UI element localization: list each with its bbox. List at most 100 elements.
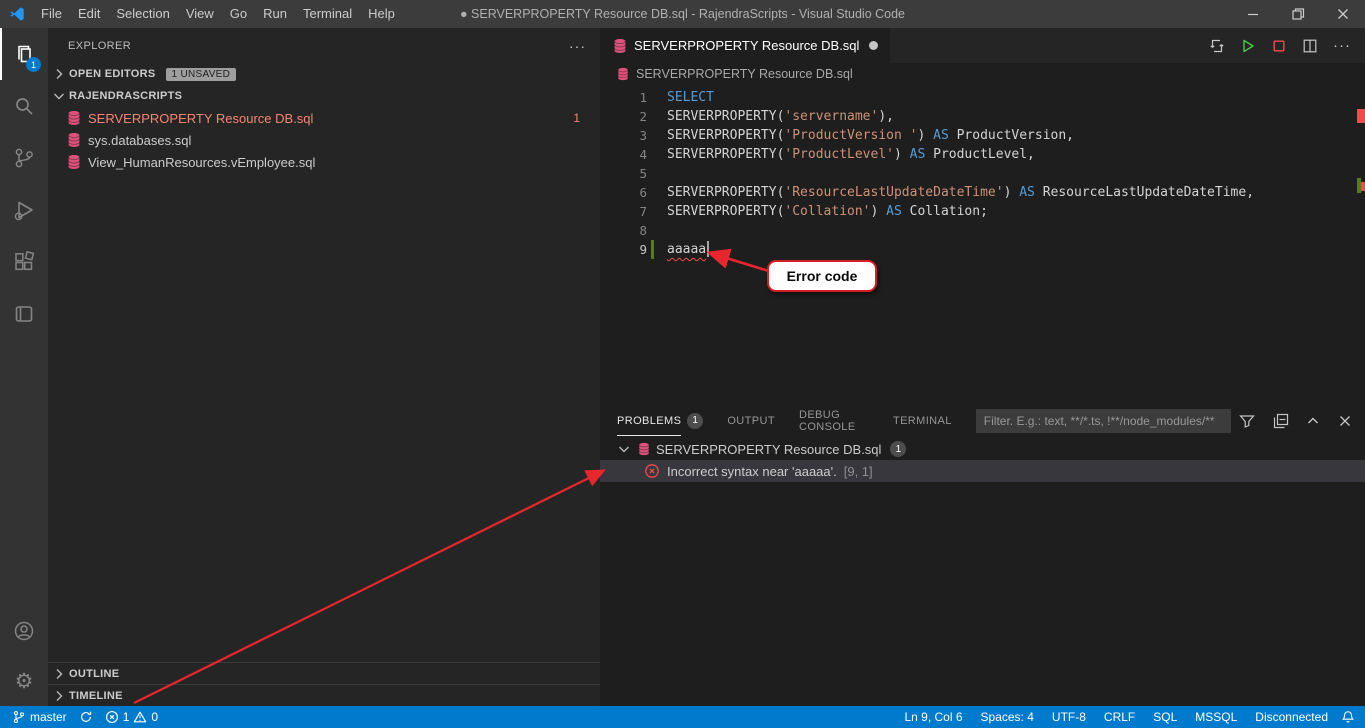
code-line[interactable]: 2SERVERPROPERTY('servername'),: [600, 107, 1365, 126]
code-text: SERVERPROPERTY('ResourceLastUpdateDateTi…: [654, 183, 1254, 202]
file-item[interactable]: View_HumanResources.vEmployee.sql: [48, 151, 600, 173]
panel-tab-output[interactable]: OUTPUT: [727, 403, 775, 438]
menu-item-selection[interactable]: Selection: [108, 0, 177, 28]
sync-icon[interactable]: [73, 706, 99, 728]
cancel-query-icon[interactable]: [1271, 38, 1287, 54]
error-callout: Error code: [767, 260, 877, 292]
extensions-icon[interactable]: [0, 236, 48, 288]
git-branch-icon: [12, 710, 26, 724]
code-token: ): [894, 147, 910, 162]
maximize-panel-icon[interactable]: [1305, 413, 1321, 429]
branch-indicator[interactable]: master: [6, 706, 73, 728]
sql-file-icon: [66, 110, 82, 126]
breadcrumb-item[interactable]: SERVERPROPERTY Resource DB.sql: [636, 67, 853, 81]
line-number: 9: [600, 240, 647, 259]
sql-file-icon: [616, 67, 630, 81]
accounts-icon[interactable]: [0, 606, 48, 656]
unsaved-dot-icon[interactable]: [869, 41, 878, 50]
error-count: 1: [123, 710, 130, 724]
source-control-icon[interactable]: [0, 132, 48, 184]
filter-icon[interactable]: [1239, 413, 1255, 429]
open-changes-icon[interactable]: [1209, 38, 1225, 54]
mssql-extension-icon[interactable]: [0, 288, 48, 340]
code-line[interactable]: 7SERVERPROPERTY('Collation') AS Collatio…: [600, 202, 1365, 221]
problems-indicator[interactable]: 1 0: [99, 706, 164, 728]
open-editors-section[interactable]: OPEN EDITORS 1 UNSAVED: [48, 63, 600, 85]
status-item-ln-9-col-6[interactable]: Ln 9, Col 6: [895, 706, 971, 728]
close-icon[interactable]: [1320, 0, 1365, 28]
search-icon[interactable]: [0, 80, 48, 132]
tab-label: SERVERPROPERTY Resource DB.sql: [634, 38, 859, 53]
code-token: 'ProductVersion ': [784, 128, 917, 143]
code-token: AS: [886, 204, 902, 219]
problems-filter-box[interactable]: [976, 409, 1231, 433]
vscode-window: FileEditSelectionViewGoRunTerminalHelp ●…: [0, 0, 1365, 728]
status-bar: master 1 0 Ln 9, Col 6Spaces: 4UTF-8CRLF…: [0, 706, 1365, 728]
restore-icon[interactable]: [1275, 0, 1320, 28]
collapse-all-icon[interactable]: [1273, 413, 1289, 429]
code-token: SERVERPROPERTY(: [667, 204, 784, 219]
menu-item-go[interactable]: Go: [222, 0, 255, 28]
panel-actions: [1261, 413, 1365, 429]
status-item-crlf[interactable]: CRLF: [1095, 706, 1144, 728]
code-token: ProductVersion,: [949, 128, 1074, 143]
code-line[interactable]: 3SERVERPROPERTY('ProductVersion ') AS Pr…: [600, 126, 1365, 145]
sql-file-icon: [66, 154, 82, 170]
menu-item-help[interactable]: Help: [360, 0, 403, 28]
menu-bar: FileEditSelectionViewGoRunTerminalHelp: [33, 0, 403, 28]
warning-triangle-icon: [133, 710, 147, 724]
outline-section[interactable]: OUTLINE: [48, 662, 600, 684]
close-panel-icon[interactable]: [1337, 413, 1353, 429]
problem-row[interactable]: Incorrect syntax near 'aaaaa'. [9, 1]: [600, 460, 1365, 482]
chevron-down-icon: [616, 441, 632, 457]
run-query-icon[interactable]: [1240, 38, 1256, 54]
code-line[interactable]: 6SERVERPROPERTY('ResourceLastUpdateDateT…: [600, 183, 1365, 202]
code-line[interactable]: 9aaaaa: [600, 240, 1365, 259]
code-token: 'servername': [784, 109, 878, 124]
code-token: AS: [910, 147, 926, 162]
status-item-disconnected[interactable]: Disconnected: [1246, 706, 1337, 728]
minimize-icon[interactable]: [1230, 0, 1275, 28]
status-item-spaces-4[interactable]: Spaces: 4: [972, 706, 1043, 728]
problems-list: SERVERPROPERTY Resource DB.sql 1 Incorre…: [600, 438, 1365, 706]
problems-file-row[interactable]: SERVERPROPERTY Resource DB.sql 1: [600, 438, 1365, 460]
status-item-sql[interactable]: SQL: [1144, 706, 1186, 728]
run-debug-icon[interactable]: [0, 184, 48, 236]
menu-item-edit[interactable]: Edit: [70, 0, 108, 28]
unsaved-badge: 1 UNSAVED: [166, 68, 237, 81]
code-line[interactable]: 8: [600, 221, 1365, 240]
split-editor-icon[interactable]: [1302, 38, 1318, 54]
status-right: Ln 9, Col 6Spaces: 4UTF-8CRLFSQLMSSQLDis…: [895, 706, 1337, 728]
panel-tab-problems[interactable]: PROBLEMS1: [617, 403, 703, 438]
code-token: ): [1004, 185, 1020, 200]
code-line[interactable]: 5: [600, 164, 1365, 183]
menu-item-terminal[interactable]: Terminal: [295, 0, 360, 28]
workspace-section[interactable]: RAJENDRASCRIPTS: [48, 85, 600, 107]
editor-actions: ···: [1209, 28, 1365, 63]
file-item[interactable]: sys.databases.sql: [48, 129, 600, 151]
status-item-mssql[interactable]: MSSQL: [1186, 706, 1246, 728]
breadcrumb[interactable]: SERVERPROPERTY Resource DB.sql: [600, 63, 1365, 85]
menu-item-run[interactable]: Run: [255, 0, 295, 28]
panel-tab-debug-console[interactable]: DEBUG CONSOLE: [799, 403, 869, 438]
code-editor[interactable]: 1SELECT2SERVERPROPERTY('servername'),3SE…: [600, 85, 1365, 403]
explorer-icon[interactable]: 1: [0, 28, 48, 80]
panel-tab-terminal[interactable]: TERMINAL: [893, 403, 952, 438]
problems-filter-input[interactable]: [984, 414, 1223, 428]
code-token: ProductLevel,: [925, 147, 1035, 162]
tab-serverproperty-resource-db[interactable]: SERVERPROPERTY Resource DB.sql: [600, 28, 890, 63]
timeline-section[interactable]: TIMELINE: [48, 684, 600, 706]
file-item[interactable]: SERVERPROPERTY Resource DB.sql1: [48, 107, 600, 129]
menu-item-view[interactable]: View: [178, 0, 222, 28]
file-list: SERVERPROPERTY Resource DB.sql1sys.datab…: [48, 107, 600, 173]
status-item-utf-8[interactable]: UTF-8: [1043, 706, 1095, 728]
code-token: ResourceLastUpdateDateTime,: [1035, 185, 1254, 200]
code-line[interactable]: 4SERVERPROPERTY('ProductLevel') AS Produ…: [600, 145, 1365, 164]
explorer-more-actions-icon[interactable]: ···: [569, 41, 586, 51]
menu-item-file[interactable]: File: [33, 0, 70, 28]
notifications-bell-icon[interactable]: [1337, 706, 1365, 728]
settings-gear-icon[interactable]: ⚙: [0, 656, 48, 706]
editor-more-actions-icon[interactable]: ···: [1333, 41, 1351, 51]
code-line[interactable]: 1SELECT: [600, 88, 1365, 107]
problems-file-name: SERVERPROPERTY Resource DB.sql: [656, 442, 881, 457]
